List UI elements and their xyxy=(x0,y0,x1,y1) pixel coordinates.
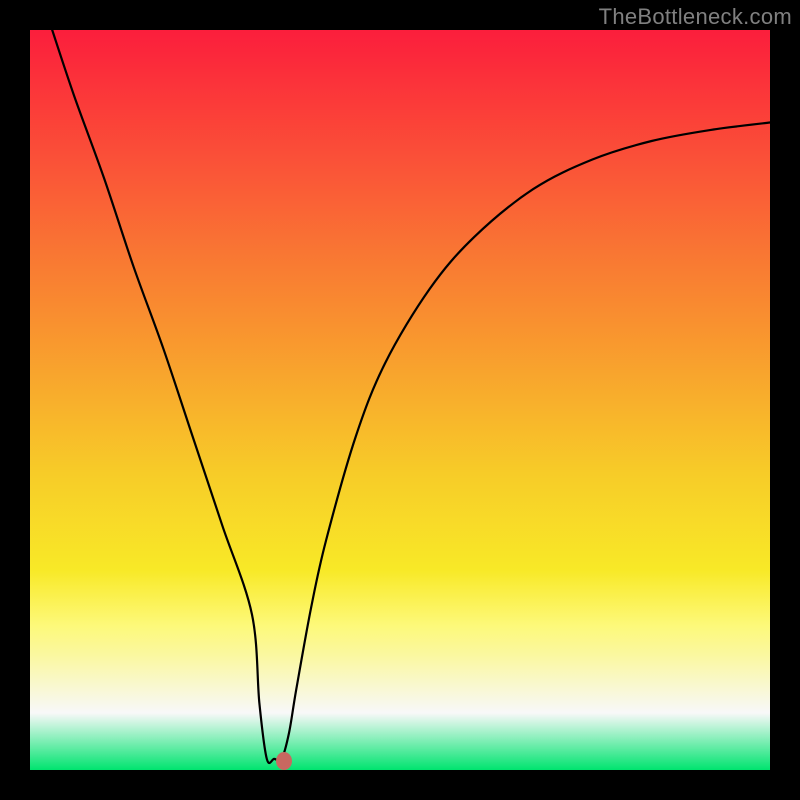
chart-frame: TheBottleneck.com xyxy=(0,0,800,800)
plot-area xyxy=(30,30,770,770)
minimum-marker xyxy=(276,752,292,770)
bottleneck-curve xyxy=(30,30,770,770)
watermark-text: TheBottleneck.com xyxy=(599,4,792,30)
